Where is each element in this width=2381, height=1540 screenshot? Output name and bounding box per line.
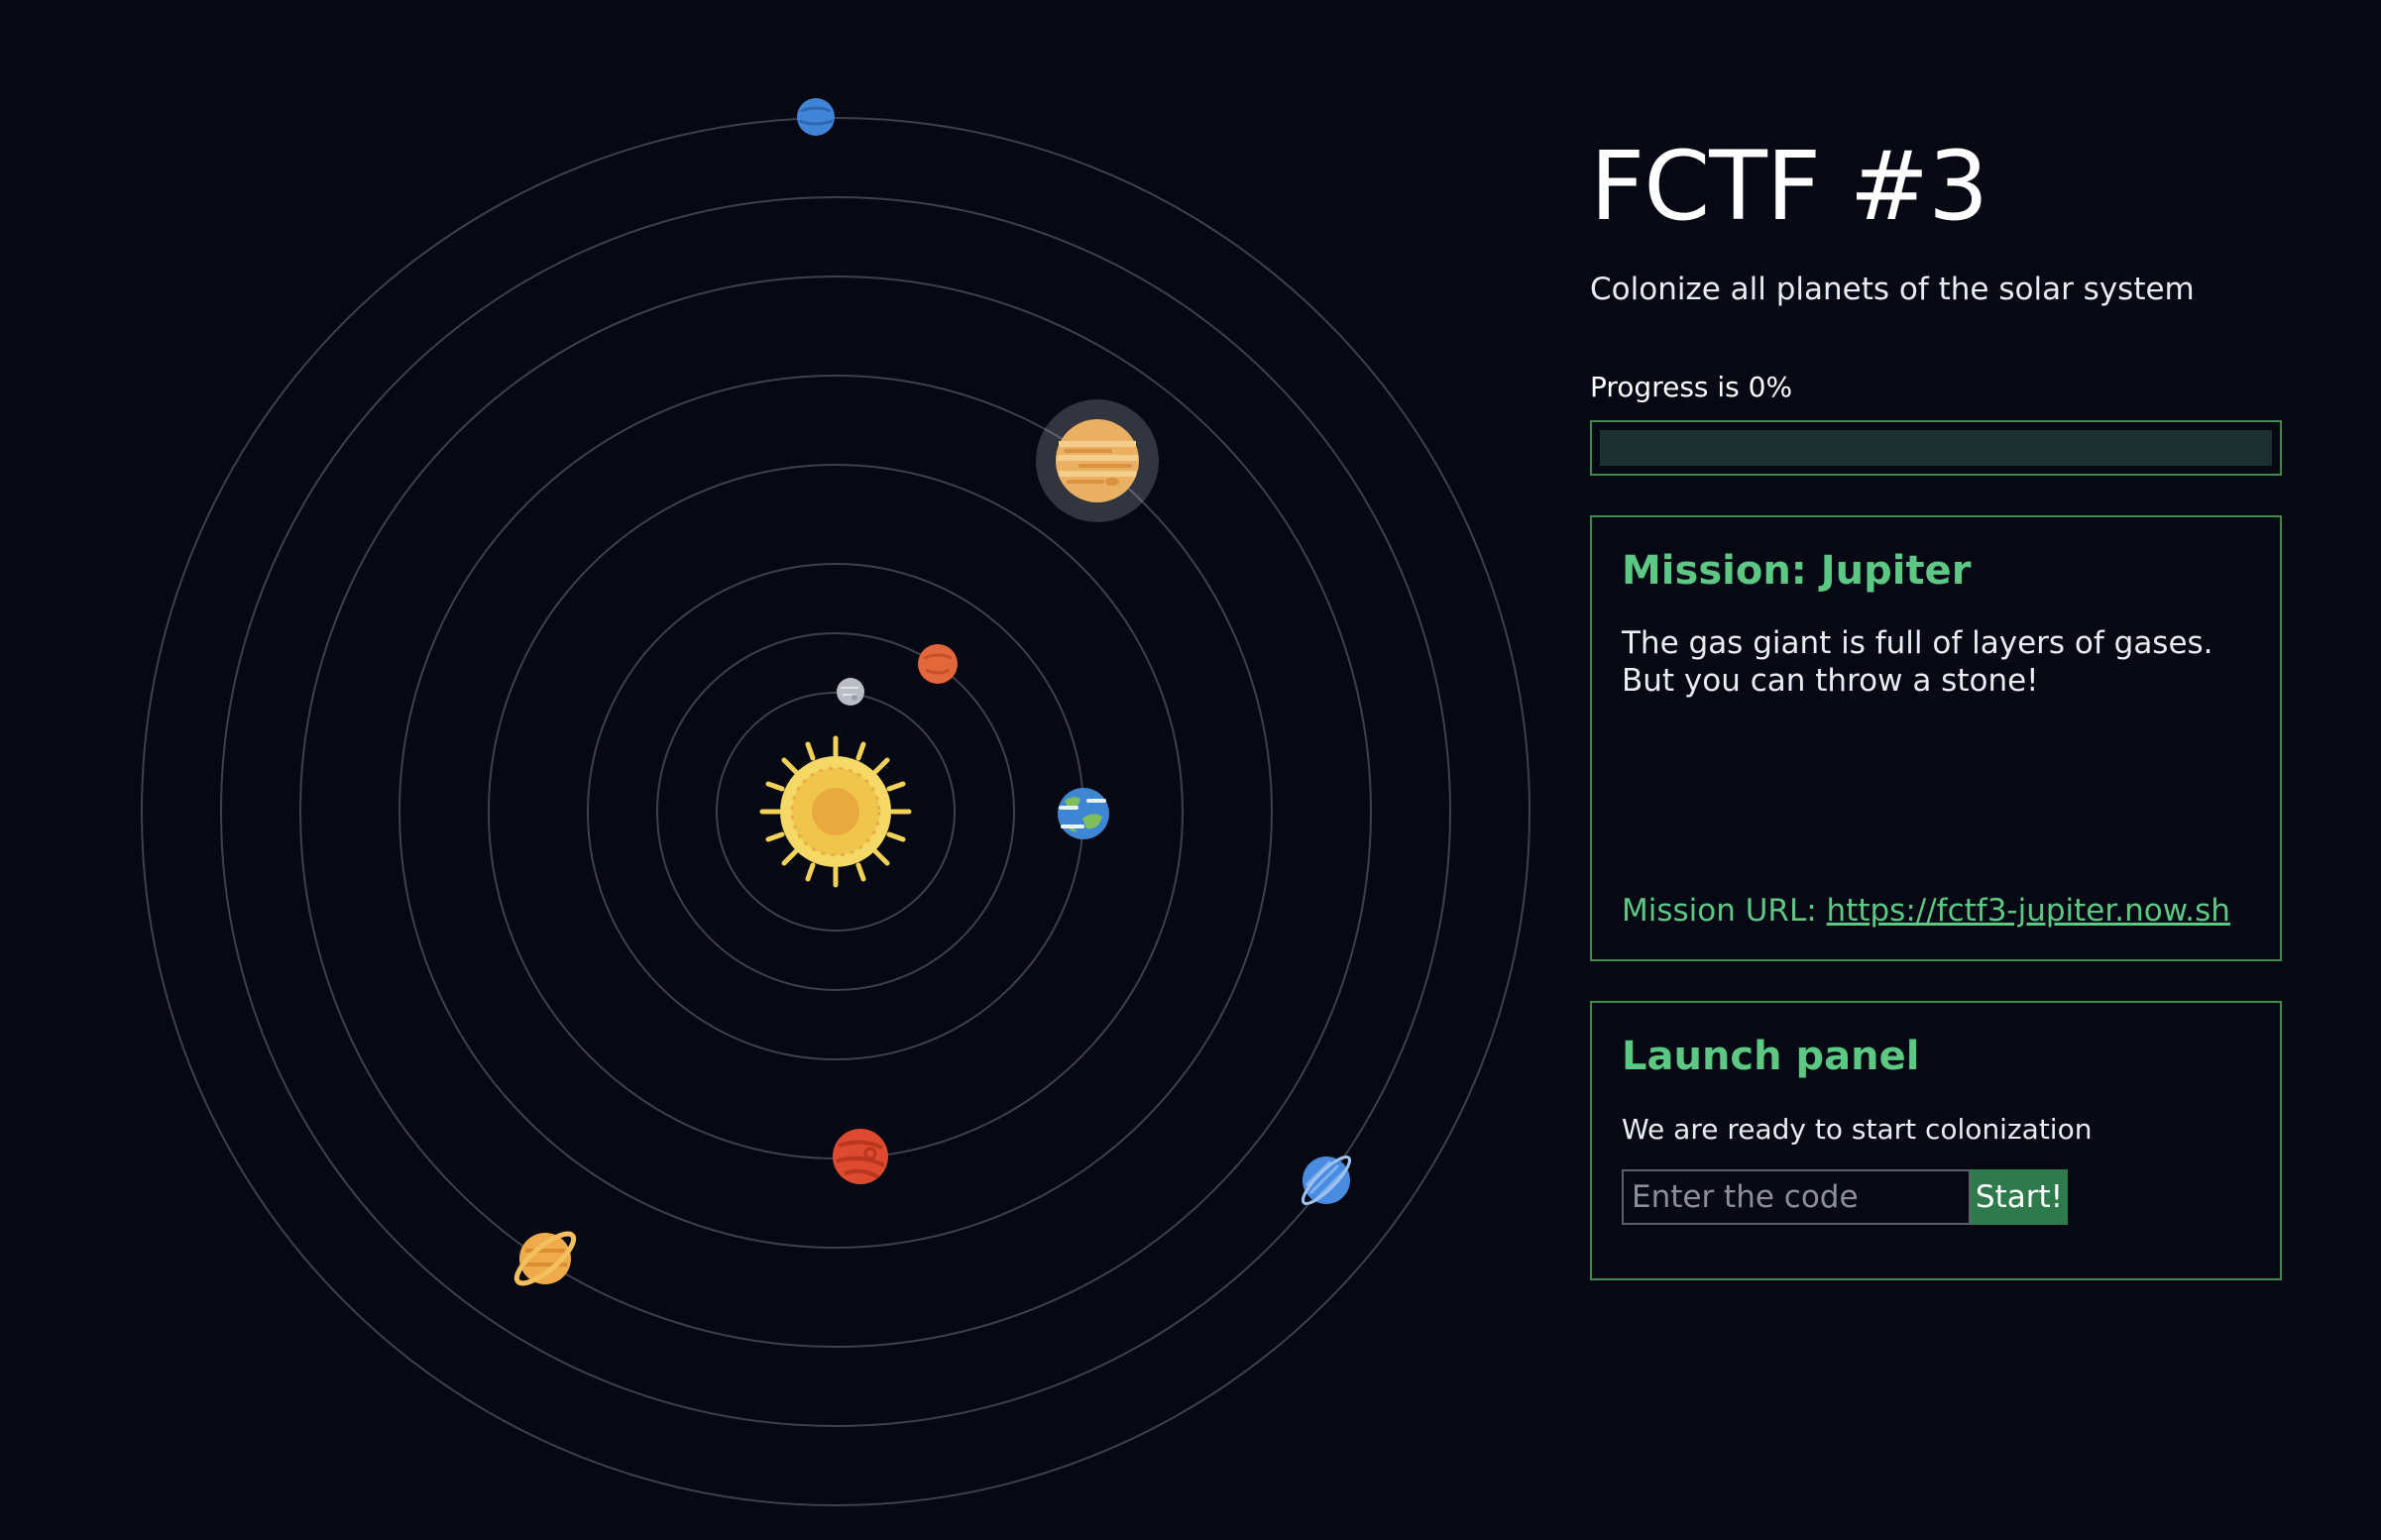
launch-heading: Launch panel bbox=[1622, 1034, 1920, 1079]
mission-url-link[interactable]: https://fctf3-jupiter.now.sh bbox=[1827, 893, 2230, 929]
progress-bar bbox=[1590, 420, 2282, 476]
start-button[interactable]: Start! bbox=[1971, 1169, 2068, 1225]
launch-panel: Launch panel We are ready to start colon… bbox=[1590, 1001, 2282, 1280]
mission-card: Mission: Jupiter The gas giant is full o… bbox=[1590, 515, 2282, 961]
saturn-icon[interactable] bbox=[510, 1227, 581, 1291]
mission-heading: Mission: Jupiter bbox=[1622, 547, 2250, 595]
mars-icon[interactable] bbox=[833, 1129, 888, 1184]
progress-label: Progress is 0% bbox=[1590, 371, 1793, 403]
mission-description: The gas giant is full of layers of gases… bbox=[1622, 625, 2213, 699]
page-title: FCTF #3 bbox=[1590, 131, 1988, 242]
mission-label: Mission: bbox=[1622, 548, 1807, 594]
mercury-icon[interactable] bbox=[837, 678, 864, 706]
solar-system-map bbox=[0, 0, 1546, 1540]
jupiter-icon[interactable] bbox=[1036, 399, 1159, 522]
solar-system-svg bbox=[141, 98, 1531, 1506]
progress-track bbox=[1600, 430, 2272, 466]
side-panel: FCTF #3 Colonize all planets of the sola… bbox=[1590, 129, 2284, 1280]
neptune-icon[interactable] bbox=[797, 98, 835, 136]
launch-form: Start! bbox=[1622, 1169, 2250, 1225]
venus-icon[interactable] bbox=[918, 644, 958, 684]
launch-text: We are ready to start colonization bbox=[1622, 1113, 2093, 1146]
mission-url-row: Mission URL: https://fctf3-jupiter.now.s… bbox=[1622, 892, 2230, 930]
sun-icon bbox=[759, 735, 912, 888]
mission-planet: Jupiter bbox=[1820, 548, 1972, 594]
page: FCTF #3 Colonize all planets of the sola… bbox=[0, 0, 2381, 1540]
uranus-icon[interactable] bbox=[1298, 1152, 1355, 1209]
earth-icon[interactable] bbox=[1058, 788, 1109, 839]
code-input[interactable] bbox=[1622, 1169, 1971, 1225]
page-subtitle: Colonize all planets of the solar system bbox=[1590, 272, 2195, 307]
mission-url-label: Mission URL: bbox=[1622, 893, 1817, 929]
